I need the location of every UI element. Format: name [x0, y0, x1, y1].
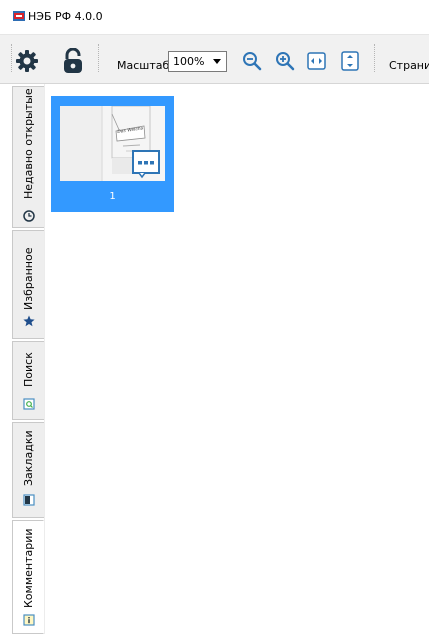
chevron-down-icon	[213, 59, 221, 64]
window-title: НЭБ РФ 4.0.0	[28, 10, 103, 23]
tab-favorites[interactable]: Избранное	[12, 230, 44, 339]
fit-width-icon	[307, 52, 326, 70]
tab-search-label: Поиск	[22, 352, 35, 387]
toolbar-separator	[374, 44, 376, 72]
comment-icon	[23, 614, 35, 626]
search-page-icon	[23, 398, 35, 410]
tab-comments[interactable]: Комментарии	[12, 520, 44, 634]
app-logo-icon	[13, 11, 25, 21]
zoom-select[interactable]: 100%	[168, 51, 227, 72]
clock-icon	[23, 210, 35, 222]
tab-search[interactable]: Поиск	[12, 341, 44, 420]
star-icon	[23, 315, 35, 327]
fit-height-icon	[341, 51, 359, 71]
page-preview: Das Weichsel	[60, 106, 165, 181]
zoom-in-button[interactable]	[275, 51, 295, 71]
zoom-out-icon	[243, 52, 262, 71]
tab-recent[interactable]: Недавно открытые	[12, 86, 44, 228]
tab-bookmarks[interactable]: Закладки	[12, 422, 44, 518]
page-label: Страни	[389, 59, 429, 72]
page-preview-image	[60, 106, 165, 181]
settings-button[interactable]	[15, 49, 39, 73]
toolbar-separator	[98, 44, 100, 72]
fit-width-button[interactable]	[307, 52, 326, 70]
tab-favorites-label: Избранное	[22, 247, 35, 310]
zoom-label: Масштаб	[117, 59, 170, 72]
zoom-out-button[interactable]	[242, 51, 262, 71]
unlocked-padlock-icon	[64, 48, 82, 73]
tab-comments-label: Комментарии	[22, 528, 35, 608]
tab-recent-label: Недавно открытые	[22, 88, 35, 199]
title-bar: НЭБ РФ 4.0.0	[0, 0, 429, 34]
gear-icon	[16, 50, 38, 72]
zoom-in-icon	[276, 52, 295, 71]
page-number: 1	[109, 191, 116, 202]
fit-height-button[interactable]	[341, 51, 359, 71]
tab-bookmarks-label: Закладки	[22, 430, 35, 486]
bookmark-icon	[23, 494, 35, 506]
zoom-value: 100%	[173, 55, 205, 68]
toolbar-grip[interactable]	[11, 44, 13, 72]
document-lock-button[interactable]	[62, 48, 84, 74]
